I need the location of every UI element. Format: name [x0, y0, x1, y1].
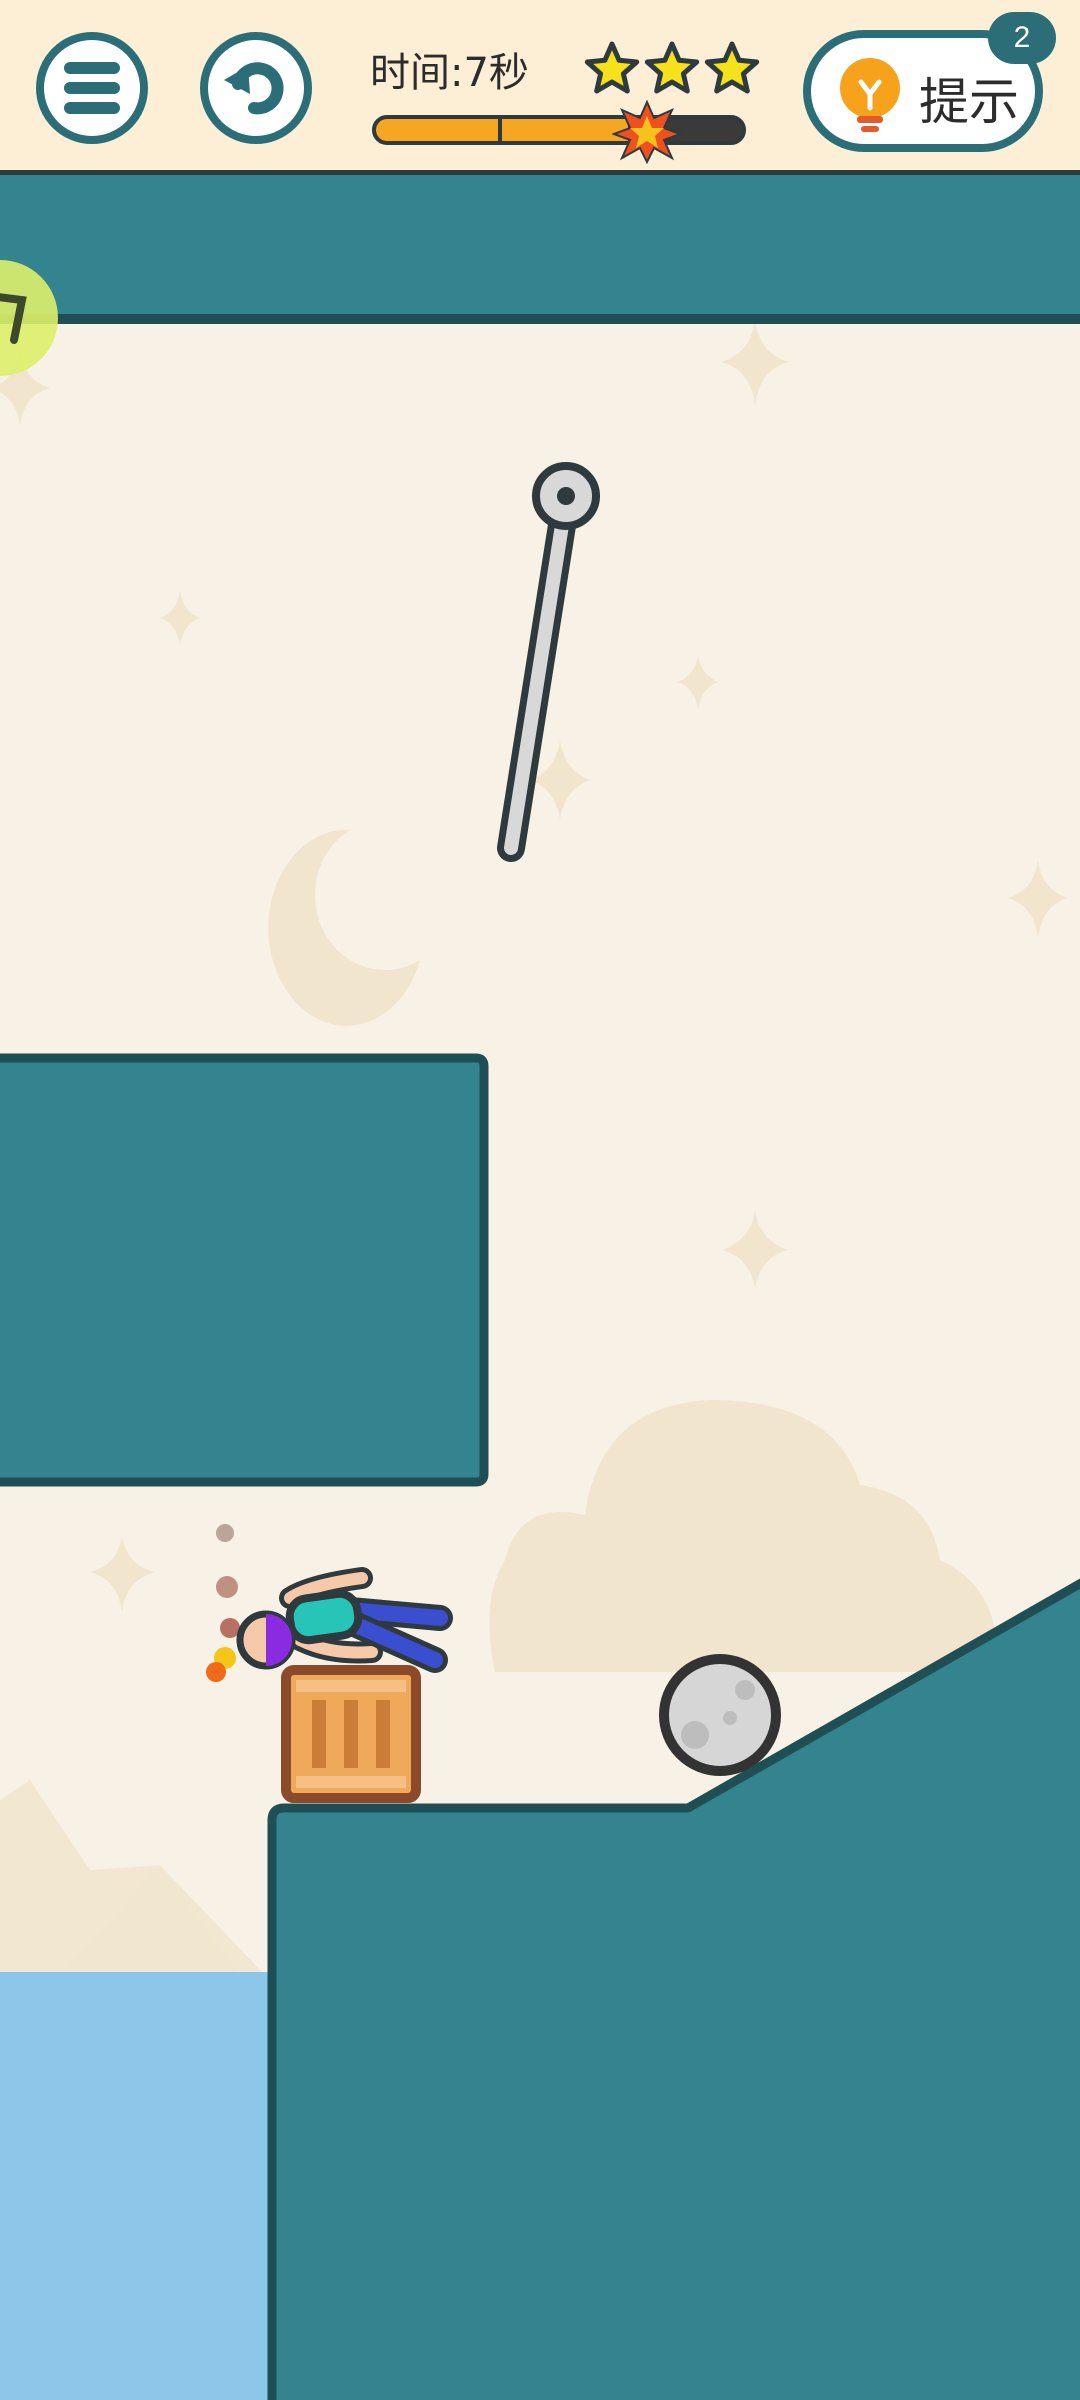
star-rating	[584, 41, 760, 94]
timer-label: 时间:7秒	[370, 50, 529, 96]
progress-burst-icon	[612, 100, 682, 164]
lightbulb-icon	[840, 58, 900, 132]
star-icon	[704, 41, 760, 94]
restart-icon	[224, 62, 284, 115]
ragdoll-character	[206, 1524, 453, 1682]
wooden-crate	[281, 1665, 421, 1803]
game-scene[interactable]	[0, 0, 1080, 2400]
ceiling-block	[0, 172, 1080, 320]
menu-icon	[64, 62, 120, 114]
stone-boulder	[659, 1654, 781, 1776]
restart-button[interactable]	[200, 32, 312, 144]
ceiling-edge	[0, 314, 1080, 324]
menu-button[interactable]	[36, 32, 148, 144]
hint-count-badge: 2	[988, 12, 1056, 64]
star-icon	[584, 41, 640, 94]
time-progress-bar	[372, 115, 746, 145]
hint-label: 提示	[919, 73, 1019, 131]
time-progress-fill	[376, 119, 633, 141]
water	[0, 1972, 270, 2400]
top-bar: 时间:7秒 提示 2	[0, 0, 1080, 175]
left-ledge-block	[0, 1053, 489, 1487]
star-icon	[644, 41, 700, 94]
progress-divider	[498, 119, 502, 141]
